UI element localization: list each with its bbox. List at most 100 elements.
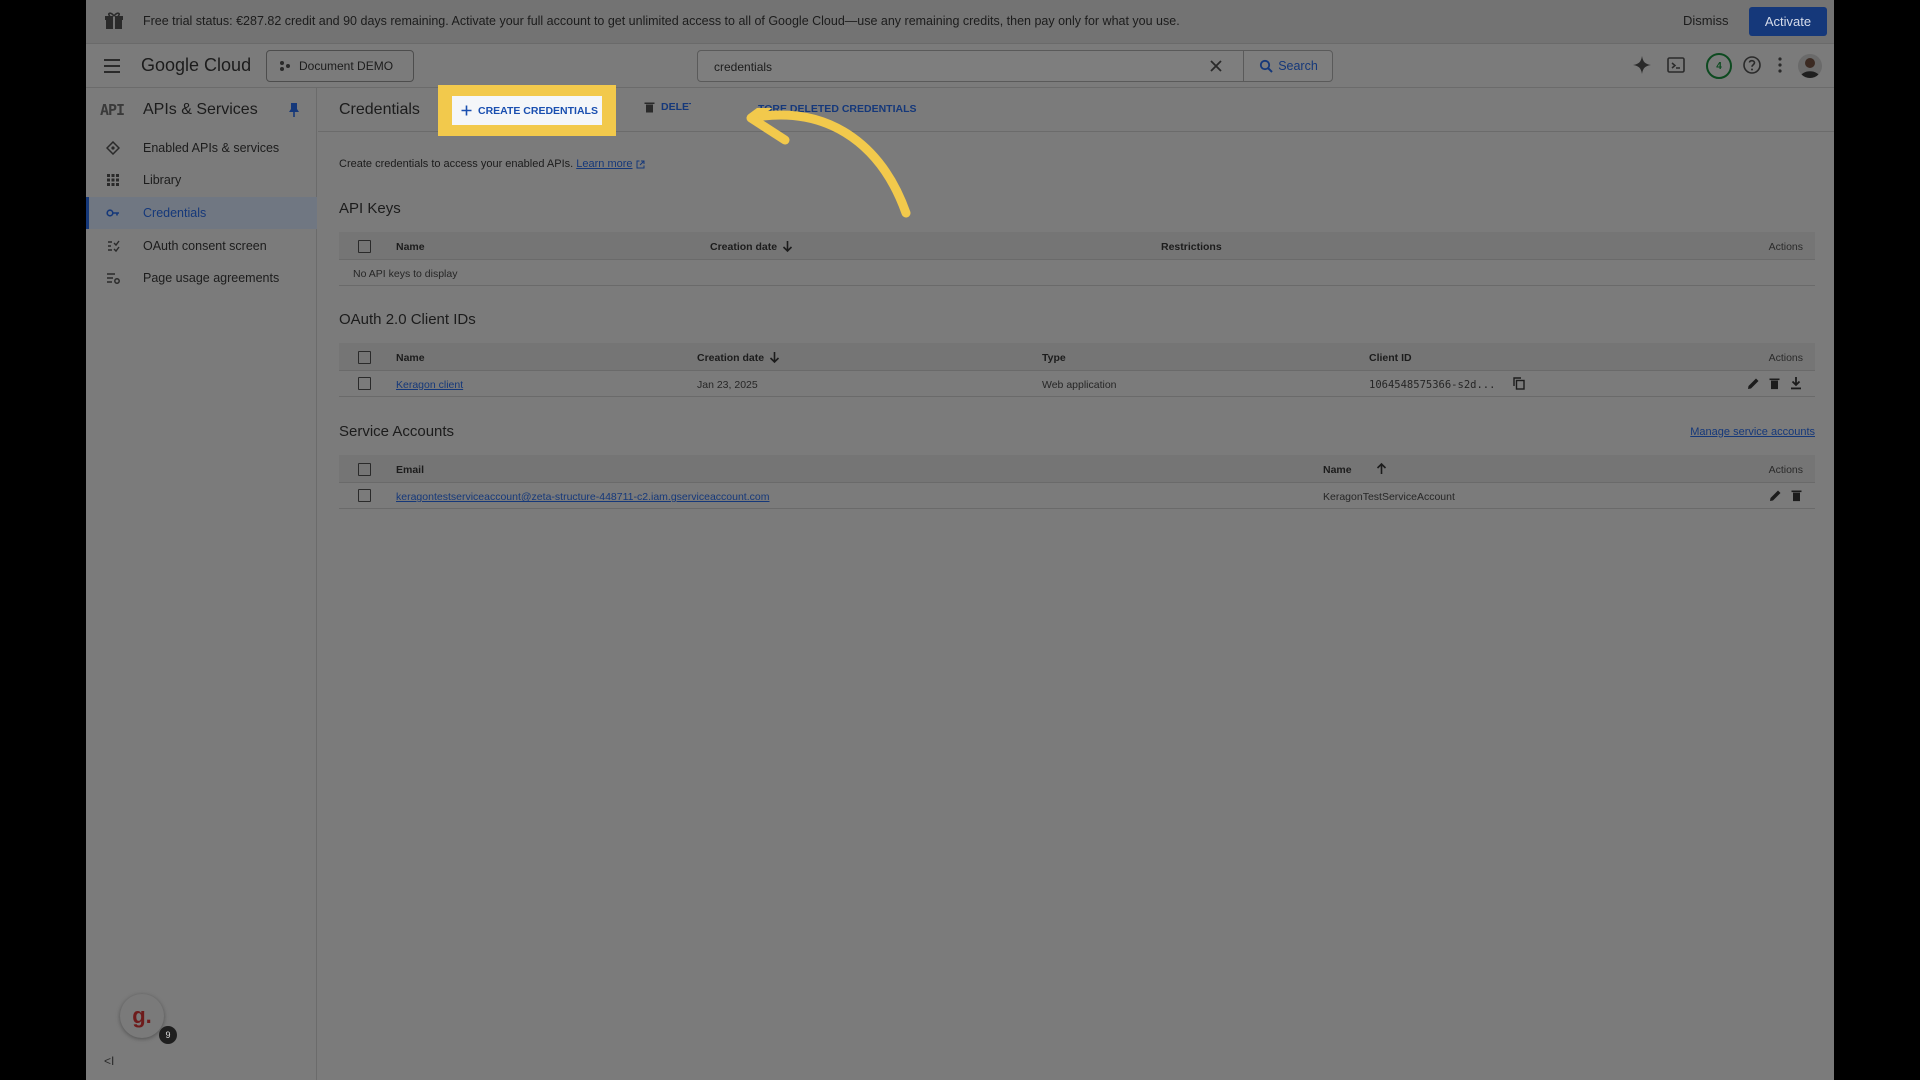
table-row: No API keys to display xyxy=(339,260,1815,286)
search-button[interactable]: Search xyxy=(1243,50,1333,82)
column-header[interactable]: Name xyxy=(396,352,425,364)
sidebar-title: APIs & Services xyxy=(143,101,258,118)
more-vert-icon[interactable] xyxy=(1776,55,1784,75)
learn-more-link[interactable]: Learn more xyxy=(576,158,632,170)
page-title: Credentials xyxy=(339,101,420,118)
column-header: Actions xyxy=(1768,464,1803,476)
column-header: Actions xyxy=(1768,352,1803,364)
sidebar: API APIs & Services Enabled APIs & servi… xyxy=(86,88,317,1080)
service-account-email-link[interactable]: keragontestserviceaccount@zeta-structure… xyxy=(396,491,769,503)
search-input[interactable]: credentials xyxy=(714,60,772,74)
project-icon xyxy=(279,60,291,72)
terminal-icon[interactable] xyxy=(1666,55,1686,75)
table-row: Keragon client Jan 23, 2025 Web applicat… xyxy=(339,371,1815,397)
project-picker[interactable]: Document DEMO xyxy=(266,50,414,82)
download-icon[interactable] xyxy=(1790,376,1802,390)
sidebar-item-credentials[interactable]: Credentials xyxy=(86,197,317,229)
select-all-checkbox[interactable] xyxy=(358,463,371,476)
yellow-arrow-annotation xyxy=(746,108,911,218)
api-logo: API xyxy=(100,101,125,119)
table-header: Email Name Actions xyxy=(339,455,1815,483)
column-header[interactable]: Creation date xyxy=(710,241,777,253)
pin-icon[interactable] xyxy=(287,102,301,118)
oauth-title: OAuth 2.0 Client IDs xyxy=(339,311,476,328)
select-all-checkbox[interactable] xyxy=(358,351,371,364)
sidebar-item-library[interactable]: Library xyxy=(86,164,317,196)
sidebar-header: API APIs & Services xyxy=(86,88,317,132)
row-checkbox[interactable] xyxy=(358,489,371,502)
api-keys-title: API Keys xyxy=(339,200,401,217)
page-description: Create credentials to access your enable… xyxy=(339,158,645,170)
column-header[interactable]: Client ID xyxy=(1369,352,1412,364)
column-header[interactable]: Name xyxy=(396,241,425,253)
page-toolbar: Credentials CREATE CREDENTIALS DELETE TO… xyxy=(318,85,1834,218)
sidebar-item-page-usage[interactable]: Page usage agreements xyxy=(86,262,317,294)
column-header: Restrictions xyxy=(1161,241,1222,253)
top-header: Google Cloud Document DEMO credentials S… xyxy=(86,44,1834,88)
sidebar-item-enabled-apis[interactable]: Enabled APIs & services xyxy=(86,132,317,164)
activate-button[interactable]: Activate xyxy=(1749,7,1827,36)
trash-icon[interactable] xyxy=(1769,377,1780,390)
manage-service-accounts-link[interactable]: Manage service accounts xyxy=(1690,426,1815,438)
main-content: Credentials CREATE CREDENTIALS DELETE TO… xyxy=(318,85,1834,1080)
search-bar[interactable]: credentials Search xyxy=(697,50,1333,82)
trash-icon[interactable] xyxy=(1791,489,1802,502)
settings-list-icon xyxy=(106,271,120,285)
client-name-link[interactable]: Keragon client xyxy=(396,379,463,391)
sort-arrow-up-icon[interactable] xyxy=(1376,462,1387,475)
copy-icon[interactable] xyxy=(1513,377,1525,390)
description-text: Create credentials to access your enable… xyxy=(339,158,574,170)
service-account-name: KeragonTestServiceAccount xyxy=(1323,491,1455,503)
create-credentials-label: CREATE CREDENTIALS xyxy=(478,104,598,117)
diamond-icon xyxy=(106,141,120,155)
delete-button[interactable]: DELETE xyxy=(644,101,691,113)
select-all-checkbox[interactable] xyxy=(358,240,371,253)
create-credentials-highlight: CREATE CREDENTIALS xyxy=(438,85,616,136)
project-label: Document DEMO xyxy=(299,59,394,73)
client-type: Web application xyxy=(1042,379,1117,391)
table-header: Name Creation date Restrictions Actions xyxy=(339,232,1815,260)
column-header[interactable]: Email xyxy=(396,464,424,476)
gift-icon xyxy=(104,11,124,31)
sidebar-item-label: Library xyxy=(143,173,182,187)
search-icon xyxy=(1259,59,1273,73)
column-header[interactable]: Creation date xyxy=(697,352,764,364)
dismiss-button[interactable]: Dismiss xyxy=(1683,13,1729,28)
banner-text: Free trial status: €287.82 credit and 90… xyxy=(143,14,1180,28)
table-row: keragontestserviceaccount@zeta-structure… xyxy=(339,483,1815,509)
sidebar-item-label: Page usage agreements xyxy=(143,271,280,285)
column-header[interactable]: Type xyxy=(1042,352,1066,364)
sort-arrow-down-icon[interactable] xyxy=(782,240,793,253)
user-avatar[interactable] xyxy=(1798,54,1822,78)
assistant-count-badge: 9 xyxy=(159,1026,177,1044)
menu-icon[interactable] xyxy=(102,57,122,75)
close-icon[interactable] xyxy=(1208,58,1224,74)
column-header: Actions xyxy=(1768,241,1803,253)
sort-arrow-down-icon[interactable] xyxy=(769,351,780,364)
assistant-bubble[interactable]: g. xyxy=(120,994,164,1038)
key-icon xyxy=(106,206,120,220)
plus-icon xyxy=(461,105,472,116)
collapse-sidebar-icon[interactable]: <I xyxy=(104,1054,114,1068)
service-accounts-title: Service Accounts xyxy=(339,423,455,440)
creation-date: Jan 23, 2025 xyxy=(697,379,758,391)
external-link-icon xyxy=(636,160,645,169)
column-header[interactable]: Name xyxy=(1323,464,1352,476)
consent-icon xyxy=(106,239,120,253)
sidebar-item-label: Credentials xyxy=(143,206,207,220)
client-id: 1064548575366-s2d... xyxy=(1369,379,1496,391)
trash-icon xyxy=(644,101,655,113)
notification-badge[interactable]: 4 xyxy=(1706,53,1732,79)
search-button-label: Search xyxy=(1278,59,1318,73)
sidebar-item-oauth-consent[interactable]: OAuth consent screen xyxy=(86,230,317,262)
delete-label: DELETE xyxy=(661,101,691,113)
gemini-sparkle-icon[interactable] xyxy=(1632,55,1652,75)
empty-state-text: No API keys to display xyxy=(353,268,458,280)
app-frame: Free trial status: €287.82 credit and 90… xyxy=(86,0,1834,1080)
edit-icon[interactable] xyxy=(1747,377,1760,390)
create-credentials-button[interactable]: CREATE CREDENTIALS xyxy=(452,96,602,125)
row-checkbox[interactable] xyxy=(358,377,371,390)
help-icon[interactable] xyxy=(1742,55,1762,75)
google-cloud-logo[interactable]: Google Cloud xyxy=(141,55,251,76)
edit-icon[interactable] xyxy=(1769,489,1782,502)
